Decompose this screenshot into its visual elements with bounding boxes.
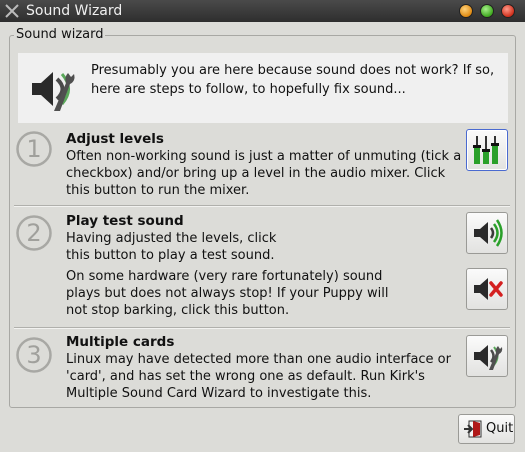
frame-label: Sound wizard xyxy=(14,27,106,43)
play-test-sound-text: Having adjusted the levels, click this b… xyxy=(66,231,277,263)
stop-sound-button[interactable] xyxy=(466,268,508,310)
intro-text: Presumably you are here because sound do… xyxy=(91,63,495,97)
quit-button[interactable]: Quit xyxy=(458,414,515,444)
intro-panel: Presumably you are here because sound do… xyxy=(18,53,508,123)
speaker-wrench-icon xyxy=(474,345,503,370)
step-1-number-icon: 1 xyxy=(16,131,52,167)
step-2-number: 2 xyxy=(26,219,41,247)
step-1-number: 1 xyxy=(26,135,41,163)
play-test-sound-title: Play test sound xyxy=(66,213,184,229)
speaker-mute-icon xyxy=(474,278,503,300)
speaker-wrench-icon xyxy=(32,72,75,111)
separator xyxy=(14,327,510,329)
exit-icon xyxy=(464,420,482,438)
multiple-sound-card-wizard-button[interactable] xyxy=(466,335,508,377)
play-test-sound-button[interactable] xyxy=(466,212,508,254)
close-button[interactable] xyxy=(501,4,515,18)
multiple-cards-text: Linux may have detected more than one au… xyxy=(66,352,451,401)
multiple-cards-title: Multiple cards xyxy=(66,334,175,350)
mixer-icon xyxy=(473,136,499,164)
window-title: Sound Wizard xyxy=(26,3,123,19)
separator xyxy=(14,205,510,207)
title-bar[interactable]: Sound Wizard xyxy=(0,0,525,22)
tools-icon xyxy=(5,4,19,18)
adjust-levels-title: Adjust levels xyxy=(66,131,164,147)
stop-sound-text: On some hardware (very rare fortunately)… xyxy=(66,269,389,318)
step-3-number: 3 xyxy=(26,341,41,369)
step-2-number-icon: 2 xyxy=(16,215,52,251)
maximize-button[interactable] xyxy=(480,4,494,18)
speaker-play-icon xyxy=(474,219,503,247)
step-3-number-icon: 3 xyxy=(16,337,52,373)
quit-label: Quit xyxy=(486,421,514,436)
minimize-button[interactable] xyxy=(459,4,473,18)
run-mixer-button[interactable] xyxy=(466,129,508,171)
adjust-levels-text: Often non-working sound is just a matter… xyxy=(66,149,462,198)
